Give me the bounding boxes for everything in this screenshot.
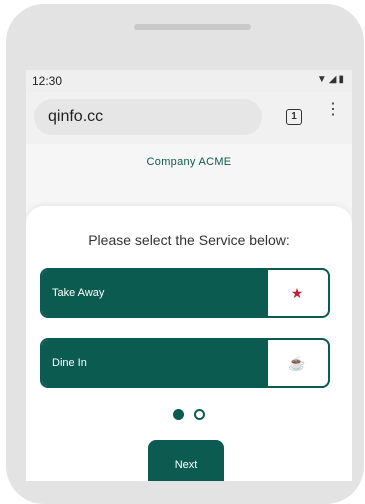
phone-speaker (134, 24, 251, 30)
address-bar[interactable]: qinfo.cc (34, 99, 262, 135)
take-away-button[interactable]: Take Away ★ (40, 268, 330, 318)
signal-battery-icon: ▼◢▮ (316, 74, 346, 85)
dine-in-button[interactable]: Dine In ☕ (40, 338, 330, 388)
status-bar: 12:30 ▼◢▮ (26, 70, 352, 92)
star-icon: ★ (290, 284, 304, 301)
next-button[interactable]: Next (148, 440, 224, 481)
browser-toolbar: qinfo.cc 1 ⋮ (26, 92, 352, 144)
page-dot-2[interactable] (194, 409, 206, 421)
status-time: 12:30 (32, 74, 63, 88)
url-text: qinfo.cc (48, 108, 104, 125)
pagination-dots (26, 406, 352, 424)
service-card: Please select the Service below: Take Aw… (26, 206, 352, 481)
service-prompt: Please select the Service below: (88, 232, 290, 248)
overflow-menu-icon[interactable]: ⋮ (325, 102, 341, 128)
coffee-cup-icon: ☕ (288, 354, 306, 371)
take-away-label: Take Away (42, 270, 268, 316)
page-dot-1[interactable] (172, 409, 184, 421)
company-name: Company ACME (146, 156, 232, 168)
tab-switcher-button[interactable]: 1 (286, 109, 302, 125)
dine-in-label: Dine In (42, 340, 268, 386)
page-content: Company ACME Please select the Service b… (26, 144, 352, 481)
